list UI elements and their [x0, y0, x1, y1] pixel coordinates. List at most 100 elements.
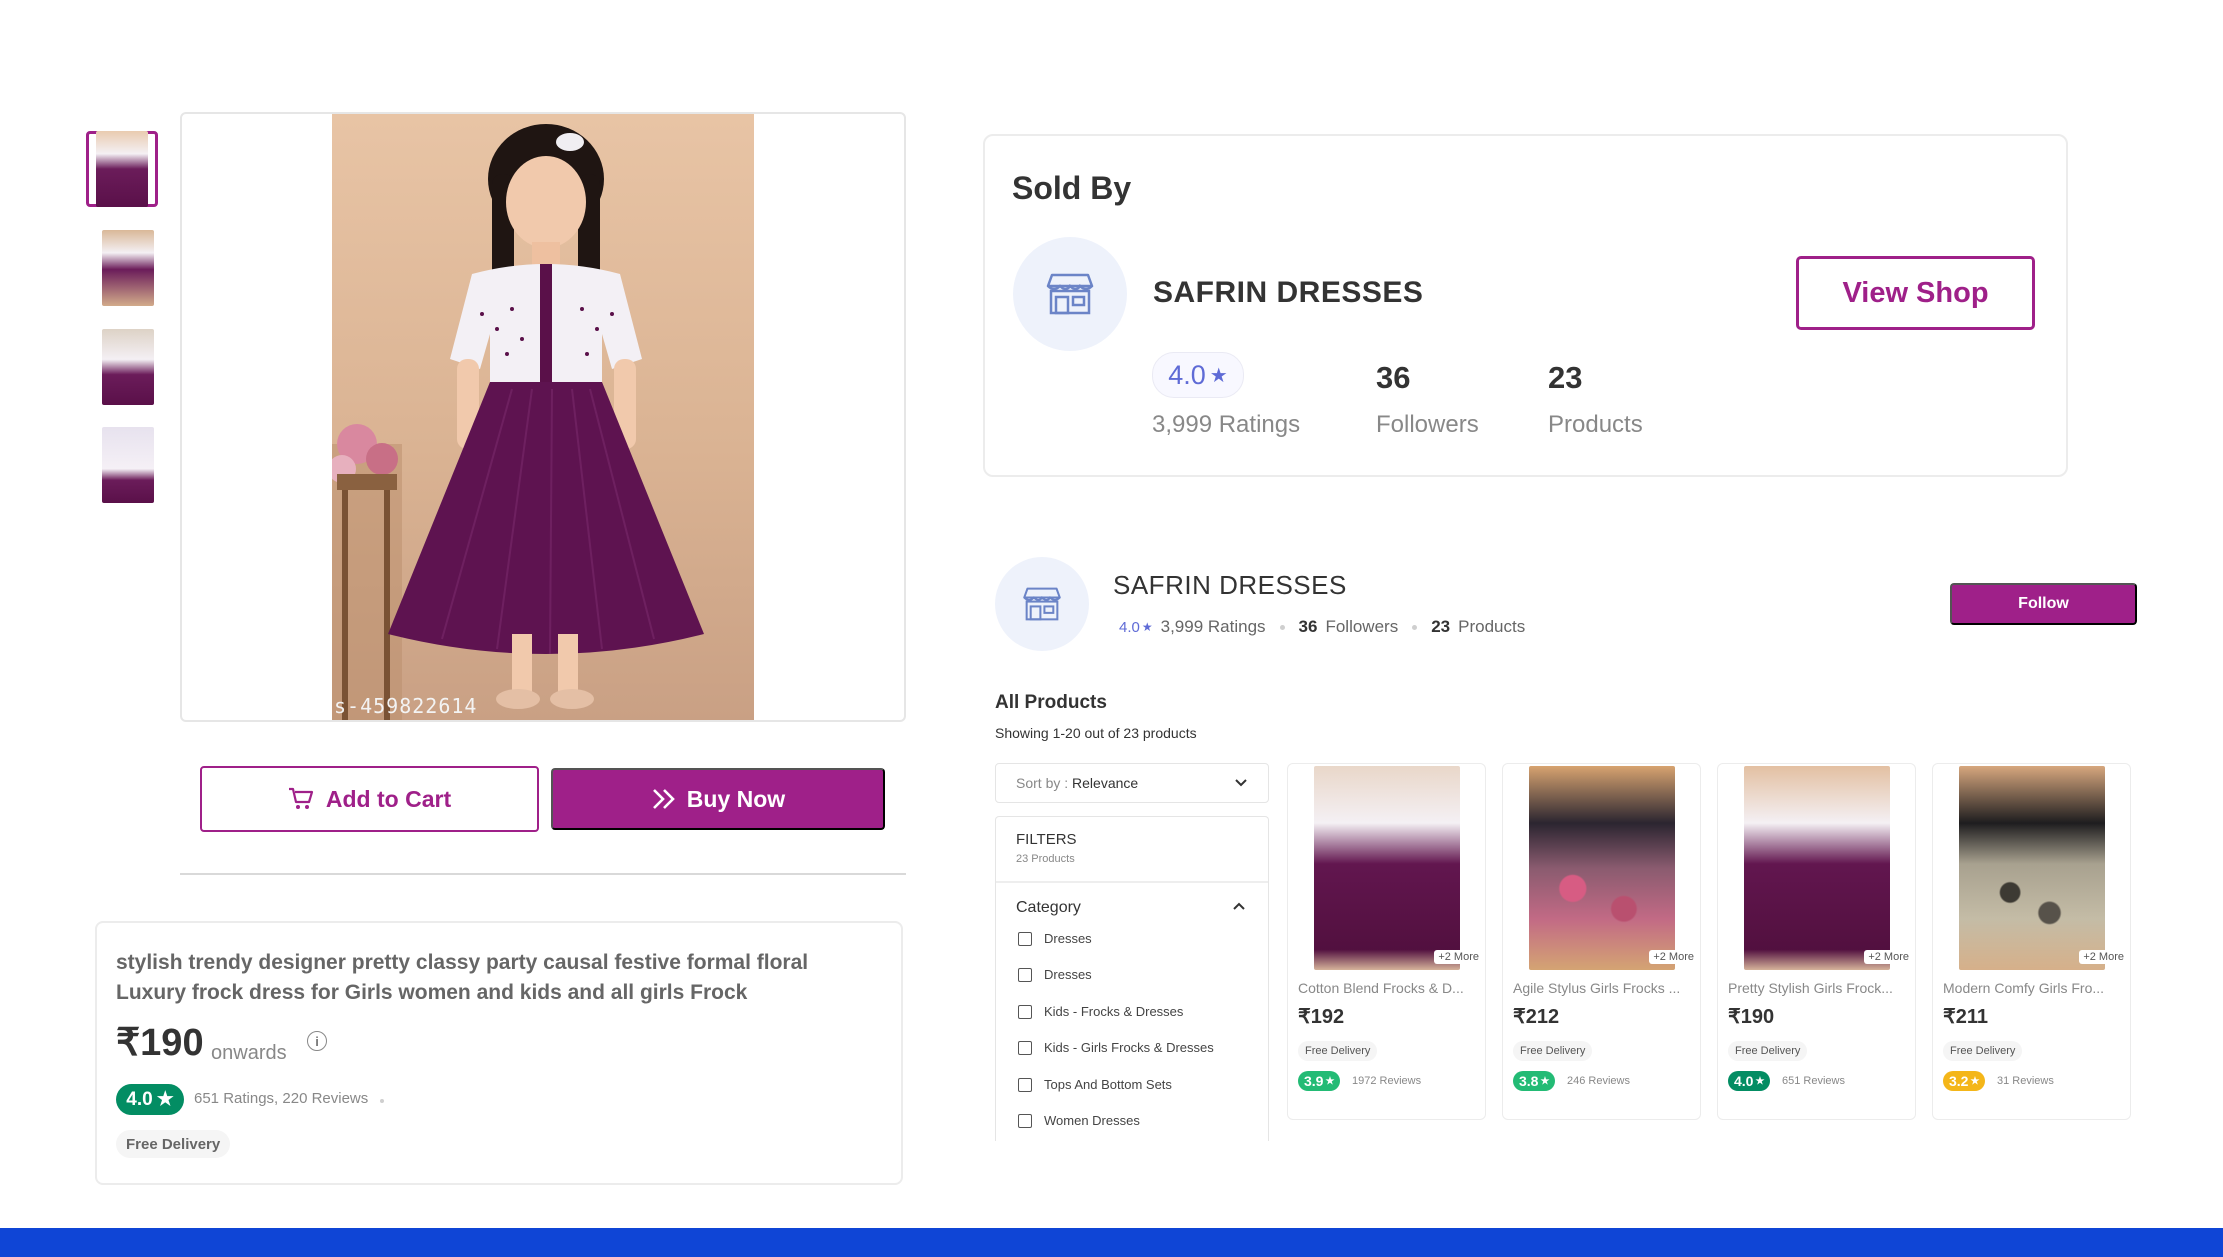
- checkbox[interactable]: [1018, 1004, 1032, 1019]
- product-name: Agile Stylus Girls Frocks ...: [1513, 980, 1681, 996]
- product-image: [1314, 766, 1460, 970]
- category-option-label: Kids - Frocks & Dresses: [1044, 1004, 1184, 1019]
- sort-value: Relevance: [1072, 775, 1139, 791]
- sort-dropdown[interactable]: Sort by : Relevance: [995, 763, 1269, 803]
- product-card[interactable]: +2 More Cotton Blend Frocks & D... ₹192 …: [1287, 763, 1486, 1120]
- product-rating-value: 3.8: [1519, 1073, 1539, 1089]
- thumbnail-2[interactable]: [93, 230, 163, 306]
- product-card[interactable]: +2 More Agile Stylus Girls Frocks ... ₹2…: [1502, 763, 1701, 1120]
- chevron-up-icon[interactable]: [1232, 901, 1246, 911]
- category-option[interactable]: Tops And Bottom Sets: [1018, 1077, 1172, 1092]
- product-name: Modern Comfy Girls Fro...: [1943, 980, 2105, 996]
- free-delivery-badge: Free Delivery: [1298, 1041, 1378, 1061]
- section-divider: [180, 873, 906, 875]
- category-option-label: Dresses: [1044, 931, 1092, 946]
- shop-rating-value: 4.0: [1119, 618, 1140, 636]
- checkbox[interactable]: [1018, 967, 1032, 982]
- seller-products-count: 23: [1548, 360, 1583, 395]
- star-icon: ★: [1141, 620, 1153, 634]
- product-card[interactable]: +2 More Modern Comfy Girls Fro... ₹211 F…: [1932, 763, 2131, 1120]
- thumbnail-4[interactable]: [93, 427, 163, 503]
- product-card[interactable]: +2 More Pretty Stylish Girls Frock... ₹1…: [1717, 763, 1916, 1120]
- shop-icon: [1023, 587, 1061, 621]
- product-price: ₹190: [1728, 1006, 1775, 1028]
- separator-dot: [1412, 624, 1418, 630]
- more-variants-badge: +2 More: [1434, 950, 1483, 964]
- category-option[interactable]: Women Dresses: [1018, 1113, 1140, 1128]
- star-icon: ★: [1209, 364, 1228, 387]
- image-watermark: s-459822614: [334, 694, 478, 718]
- all-products-heading: All Products: [995, 692, 1107, 713]
- filters-product-count: 23 Products: [1016, 853, 1075, 865]
- add-to-cart-button[interactable]: Add to Cart: [200, 766, 539, 832]
- follow-button[interactable]: Follow: [1950, 583, 2137, 625]
- thumbnail-image: [102, 427, 154, 503]
- shop-followers-label: Followers: [1325, 617, 1399, 636]
- showing-count: Showing 1-20 out of 23 products: [995, 725, 1197, 741]
- category-option-label: Dresses: [1044, 967, 1092, 982]
- star-icon: ★: [1755, 1075, 1765, 1087]
- filters-title: FILTERS: [1016, 831, 1077, 848]
- product-reviews-count: 1972 Reviews: [1352, 1075, 1422, 1087]
- product-reviews-count: 31 Reviews: [1997, 1075, 2054, 1087]
- product-price: ₹192: [1298, 1006, 1345, 1028]
- product-name: Pretty Stylish Girls Frock...: [1728, 980, 1893, 996]
- shop-stats: 4.0 ★ 3,999 Ratings 36 Followers 23 Prod…: [1119, 617, 1525, 637]
- star-icon: ★: [1970, 1075, 1980, 1087]
- thumbnail-image: [102, 329, 154, 405]
- product-rating-value: 3.9: [1304, 1073, 1324, 1089]
- buy-now-button[interactable]: Buy Now: [551, 768, 885, 830]
- product-reviews-count: 651 Reviews: [1782, 1075, 1845, 1087]
- seller-ratings-count: 3,999 Ratings: [1152, 411, 1301, 438]
- thumbnail-image: [102, 230, 154, 306]
- free-delivery-badge: Free Delivery: [116, 1130, 231, 1158]
- thumbnail-3[interactable]: [93, 329, 163, 405]
- checkbox[interactable]: [1018, 1113, 1032, 1128]
- product-price: ₹212: [1513, 1006, 1560, 1028]
- star-icon: ★: [156, 1089, 174, 1110]
- category-option-label: Women Dresses: [1044, 1113, 1140, 1128]
- bottom-bar: [0, 1228, 2223, 1257]
- double-chevron-icon: [652, 789, 675, 809]
- star-icon: ★: [1540, 1075, 1550, 1087]
- product-title: stylish trendy designer pretty classy pa…: [116, 951, 809, 1004]
- separator-dot: [380, 1099, 385, 1103]
- thumbnail-1[interactable]: [86, 131, 158, 207]
- product-price: ₹211: [1943, 1006, 1988, 1028]
- view-shop-button[interactable]: View Shop: [1796, 256, 2035, 330]
- product-rating-value: 4.0: [126, 1088, 153, 1110]
- add-to-cart-label: Add to Cart: [325, 785, 452, 812]
- shop-products-label: Products: [1458, 617, 1526, 636]
- seller-followers-label: Followers: [1376, 411, 1479, 438]
- category-option-label: Kids - Girls Frocks & Dresses: [1044, 1040, 1214, 1055]
- category-option[interactable]: Dresses: [1018, 967, 1092, 982]
- shop-avatar: [1013, 237, 1127, 351]
- info-icon[interactable]: i: [307, 1031, 327, 1051]
- checkbox[interactable]: [1018, 1077, 1032, 1092]
- category-option[interactable]: Kids - Frocks & Dresses: [1018, 1004, 1183, 1019]
- cart-icon: [288, 787, 313, 809]
- separator-dot: [1279, 624, 1285, 630]
- free-delivery-badge: Free Delivery: [1728, 1041, 1808, 1061]
- ratings-reviews-text: 651 Ratings, 220 Reviews: [194, 1090, 369, 1107]
- product-reviews-count: 246 Reviews: [1567, 1075, 1630, 1087]
- shop-name: SAFRIN DRESSES: [1113, 570, 1347, 600]
- checkbox[interactable]: [1018, 931, 1032, 946]
- seller-followers-count: 36: [1376, 360, 1411, 395]
- seller-rating-badge: 4.0 ★: [1152, 352, 1244, 398]
- main-product-image: s-459822614: [332, 114, 754, 720]
- sort-label: Sort by :: [1016, 775, 1069, 791]
- shop-products-count: 23: [1431, 617, 1451, 636]
- product-rating-badge: 3.2 ★: [1943, 1071, 1986, 1091]
- checkbox[interactable]: [1018, 1040, 1032, 1055]
- product-price: ₹190: [116, 1022, 204, 1064]
- product-rating-badge: 4.0 ★: [116, 1084, 184, 1115]
- thumbnail-image: [96, 131, 148, 207]
- category-option[interactable]: Kids - Girls Frocks & Dresses: [1018, 1040, 1214, 1055]
- girl-in-dress-illustration: [332, 124, 704, 720]
- product-rating-value: 4.0: [1734, 1073, 1754, 1089]
- chevron-down-icon: [1235, 779, 1247, 787]
- product-image: [1744, 766, 1890, 970]
- category-option[interactable]: Dresses: [1018, 931, 1092, 946]
- shop-icon: [1046, 273, 1094, 315]
